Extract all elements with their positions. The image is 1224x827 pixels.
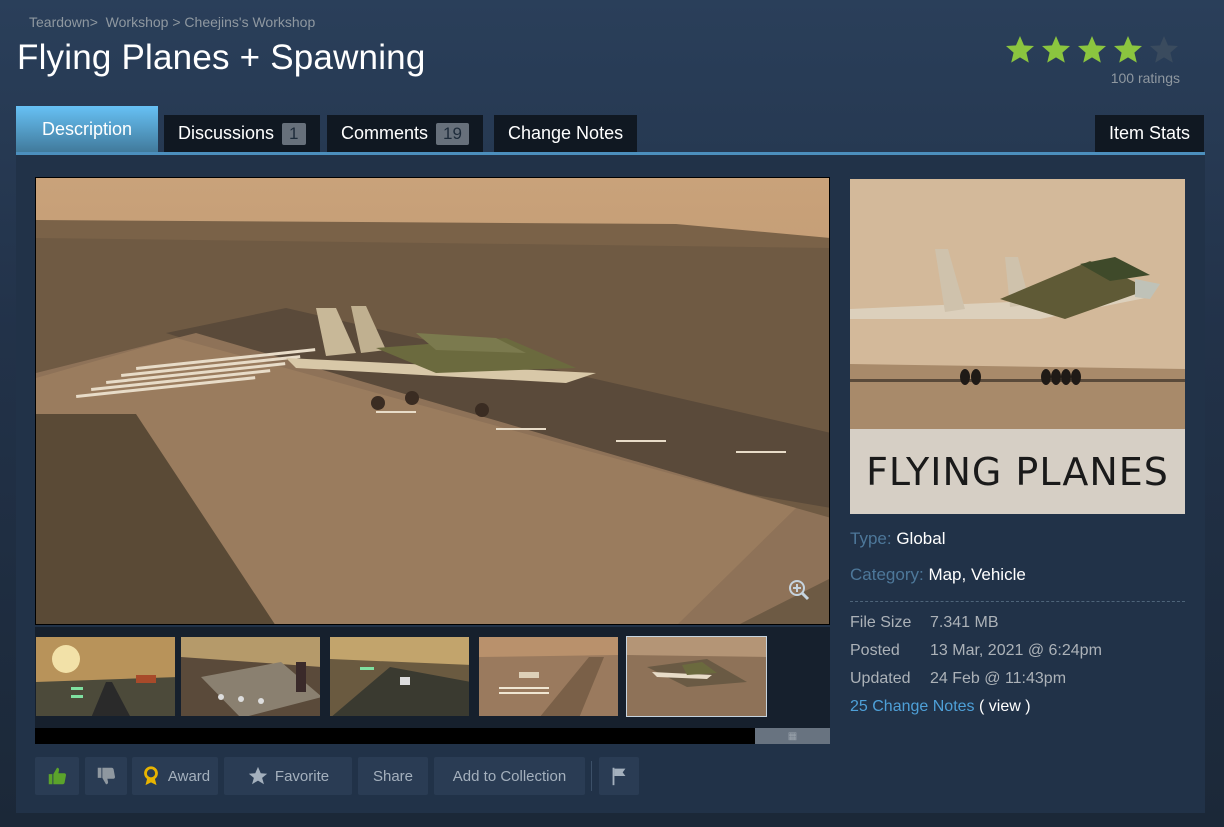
- thumbnail-strip: [35, 627, 830, 743]
- breadcrumb-separator: >: [89, 14, 98, 30]
- add-to-collection-button[interactable]: Add to Collection: [434, 757, 585, 795]
- thumbnail-2[interactable]: [180, 636, 321, 717]
- main-screenshot[interactable]: [35, 177, 830, 625]
- type-label: Type:: [850, 529, 892, 548]
- change-notes-link[interactable]: 25 Change Notes: [850, 698, 975, 715]
- favorite-button[interactable]: Favorite: [224, 757, 352, 795]
- thumbs-up-icon: [48, 767, 67, 785]
- updated-label: Updated: [850, 670, 911, 687]
- rating-stars: [1004, 34, 1180, 66]
- posted-row: Posted 13 Mar, 2021 @ 6:24pm: [850, 642, 1185, 660]
- share-label: Share: [372, 767, 414, 785]
- tab-count-badge: 19: [436, 122, 469, 145]
- breadcrumb-game[interactable]: Teardown: [29, 14, 90, 30]
- tab-label: Comments: [341, 123, 429, 143]
- star-empty-icon: [1150, 36, 1178, 63]
- star-filled-icon: [1078, 36, 1106, 63]
- thumbnail-4[interactable]: [478, 636, 619, 717]
- star-filled-icon: [1042, 36, 1070, 63]
- tab-change-notes[interactable]: Change Notes: [494, 115, 638, 152]
- breadcrumb-separator: >: [172, 14, 181, 30]
- category-link-map[interactable]: Map: [928, 565, 961, 584]
- thumbnail-scrollbar[interactable]: ▦: [35, 728, 830, 744]
- thumbnail-3[interactable]: [329, 636, 470, 717]
- category-link-vehicle[interactable]: Vehicle: [971, 565, 1026, 584]
- category-row: Category: Map, Vehicle: [850, 565, 1185, 585]
- thumbnail-1[interactable]: [35, 636, 176, 717]
- rating: 100 ratings: [1004, 34, 1180, 86]
- breadcrumb-workshop[interactable]: Workshop: [106, 14, 169, 30]
- item-metadata: Type: Global Category: Map, Vehicle File…: [850, 529, 1185, 716]
- updated-value: 24 Feb @ 11:43pm: [930, 670, 1067, 687]
- divider: [850, 601, 1185, 602]
- award-label: Award: [167, 767, 211, 785]
- action-separator: [591, 761, 592, 791]
- thumbnail-image: [36, 637, 175, 716]
- thumbnail-image: [627, 637, 766, 716]
- breadcrumb: Teardown> Workshop > Cheejins's Workshop: [29, 14, 315, 30]
- tab-comments[interactable]: Comments 19: [327, 115, 483, 152]
- tab-label: Discussions: [178, 123, 275, 143]
- category-label: Category:: [850, 565, 924, 584]
- tab-label: Change Notes: [508, 123, 624, 143]
- view-change-notes-link[interactable]: ( view ): [979, 698, 1031, 715]
- tab-label: Item Stats: [1108, 123, 1190, 143]
- award-button[interactable]: Award: [132, 757, 218, 795]
- preview-image: FLYING PLANES: [850, 179, 1185, 514]
- report-flag-button[interactable]: [599, 757, 639, 795]
- scrollbar-handle[interactable]: ▦: [755, 728, 830, 744]
- thumbs-down-button[interactable]: [85, 757, 127, 795]
- file-size-label: File Size: [850, 614, 912, 631]
- thumbnail-image: [479, 637, 618, 716]
- favorite-label: Favorite: [274, 767, 330, 785]
- type-row: Type: Global: [850, 529, 1185, 549]
- thumbnail-image: [181, 637, 320, 716]
- add-to-collection-label: Add to Collection: [452, 767, 567, 785]
- change-notes-row: 25 Change Notes ( view ): [850, 698, 1185, 716]
- category-separator: ,: [961, 565, 967, 584]
- share-button[interactable]: Share: [358, 757, 428, 795]
- content-panel: ▦ FLYING PLANES Type: Global Category: M…: [16, 152, 1205, 813]
- tab-bar: Description Discussions 1 Comments 19 Ch…: [16, 106, 1204, 152]
- file-size-row: File Size 7.341 MB: [850, 614, 1185, 632]
- tab-item-stats[interactable]: Item Stats: [1094, 115, 1204, 152]
- tab-label: Description: [42, 118, 133, 139]
- thumbs-down-icon: [97, 767, 116, 785]
- page-title: Flying Planes + Spawning: [17, 38, 426, 77]
- star-filled-icon: [1114, 36, 1142, 63]
- file-size-value: 7.341 MB: [930, 614, 999, 631]
- posted-label: Posted: [850, 642, 900, 659]
- runway-scene-image: [36, 178, 829, 624]
- star-icon: [248, 766, 268, 785]
- flag-icon: [612, 767, 626, 786]
- thumbnail-5[interactable]: [626, 636, 767, 717]
- tab-description[interactable]: Description: [16, 106, 159, 152]
- thumbnail-image: [330, 637, 469, 716]
- tab-discussions[interactable]: Discussions 1: [164, 115, 320, 152]
- zoom-icon[interactable]: [787, 578, 811, 602]
- updated-row: Updated 24 Feb @ 11:43pm: [850, 670, 1185, 688]
- rating-count: 100 ratings: [1110, 70, 1180, 86]
- breadcrumb-author-workshop[interactable]: Cheejins's Workshop: [184, 14, 315, 30]
- posted-value: 13 Mar, 2021 @ 6:24pm: [930, 642, 1102, 659]
- thumbs-up-button[interactable]: [35, 757, 79, 795]
- preview-banner-text: FLYING PLANES: [866, 449, 1169, 494]
- award-icon: [144, 766, 158, 786]
- tab-count-badge: 1: [282, 122, 306, 145]
- type-value: Global: [896, 529, 946, 548]
- star-filled-icon: [1006, 36, 1034, 63]
